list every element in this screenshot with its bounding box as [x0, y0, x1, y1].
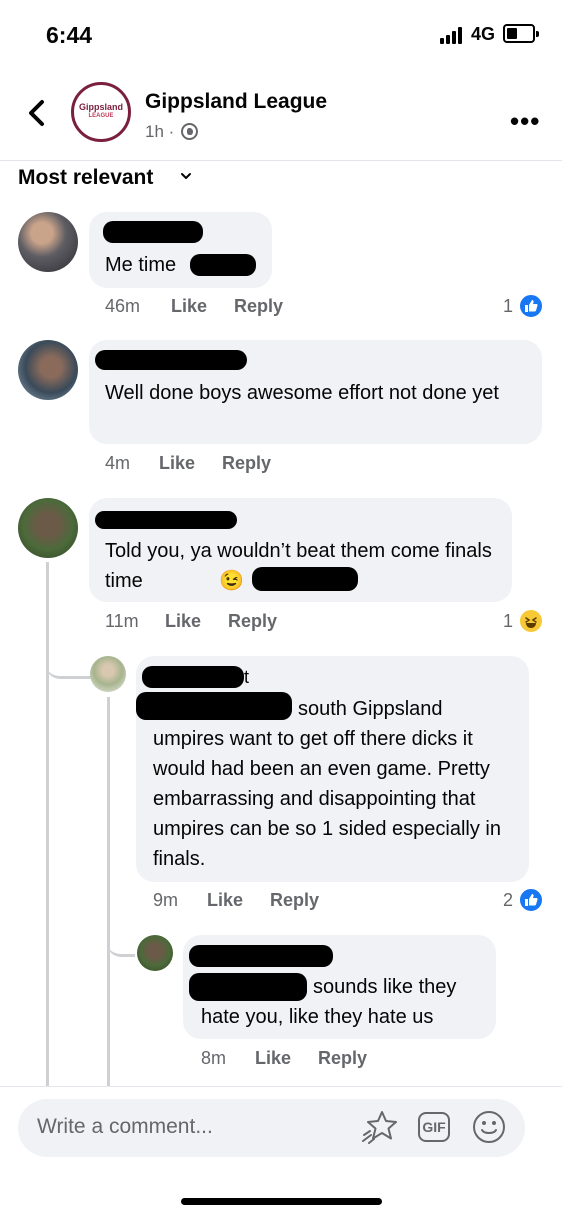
battery-icon — [503, 24, 539, 43]
comment-time: 4m — [105, 453, 131, 473]
comment-time: 11m — [105, 611, 139, 631]
logo-sub: LEAGUE — [88, 113, 114, 119]
thumbs-up-icon — [518, 887, 544, 913]
comment-time: 9m — [153, 890, 179, 910]
header-divider — [0, 160, 562, 161]
like-button[interactable]: Like — [207, 890, 243, 911]
redacted-name — [189, 945, 333, 967]
thumbs-up-icon — [518, 293, 544, 319]
redacted-name — [95, 511, 237, 529]
avatar[interactable] — [90, 656, 126, 692]
redacted-name — [142, 666, 244, 688]
like-button[interactable]: Like — [171, 296, 207, 317]
avatar[interactable] — [137, 935, 173, 971]
network-type: 4G — [471, 24, 496, 44]
redacted-name — [136, 692, 292, 720]
like-button[interactable]: Like — [255, 1048, 291, 1069]
gif-label: GIF — [422, 1119, 446, 1135]
like-button[interactable]: Like — [165, 611, 201, 632]
thread-line — [107, 697, 110, 1087]
chevron-down-icon[interactable] — [180, 170, 192, 182]
redacted-mention — [189, 973, 307, 1001]
reply-button[interactable]: Reply — [318, 1048, 367, 1069]
home-indicator[interactable] — [181, 1198, 382, 1205]
status-time: 6:44 — [46, 22, 93, 48]
globe-icon — [181, 123, 198, 140]
reply-button[interactable]: Reply — [234, 296, 283, 317]
comment-placeholder: Write a comment... — [37, 1115, 213, 1138]
more-options-icon[interactable]: ••• — [510, 106, 540, 137]
comment-text: south Gippsland — [298, 698, 443, 720]
reply-button[interactable]: Reply — [222, 453, 271, 474]
avatar[interactable] — [18, 340, 78, 400]
comment-text: umpires want to get off there dicks it w… — [153, 728, 501, 870]
gif-button[interactable]: GIF — [418, 1112, 450, 1142]
sort-dropdown[interactable]: Most relevant — [18, 166, 153, 190]
comment-time: 46m — [105, 296, 141, 316]
reply-connector — [46, 640, 92, 679]
back-icon[interactable] — [24, 98, 50, 128]
reply-button[interactable]: Reply — [270, 890, 319, 911]
avatar[interactable] — [18, 498, 78, 558]
comment-text: Well done boys awesome effort not done y… — [105, 382, 499, 404]
wink-emoji: 😉 — [219, 570, 244, 592]
emoji-icon[interactable] — [472, 1110, 506, 1144]
signal-icon — [440, 26, 466, 44]
redacted-mention — [190, 254, 256, 276]
comment-text: sounds like they — [313, 976, 457, 998]
post-time: 1h · — [145, 122, 175, 141]
sticker-icon[interactable] — [360, 1109, 400, 1145]
page-name[interactable]: Gippsland League — [145, 90, 327, 114]
like-button[interactable]: Like — [159, 453, 195, 474]
composer-divider — [0, 1086, 562, 1087]
redacted-name — [95, 350, 247, 370]
page-avatar[interactable]: Gippsland LEAGUE — [71, 82, 131, 142]
redacted-mention — [252, 567, 358, 591]
reply-connector — [107, 920, 135, 957]
reaction-count: 1 — [503, 296, 514, 316]
reaction-count: 2 — [503, 890, 514, 910]
reaction-count: 1 — [503, 611, 514, 631]
comment-text: Me time — [105, 254, 177, 276]
logo-text: Gippsland — [78, 102, 123, 112]
comment-text: hate you, like they hate us — [201, 1006, 434, 1028]
reply-button[interactable]: Reply — [228, 611, 277, 632]
redacted-name — [103, 221, 203, 243]
avatar[interactable] — [18, 212, 78, 272]
haha-icon — [518, 608, 544, 634]
reply-name-fragment: t — [244, 667, 250, 687]
comment-time: 8m — [201, 1048, 227, 1068]
